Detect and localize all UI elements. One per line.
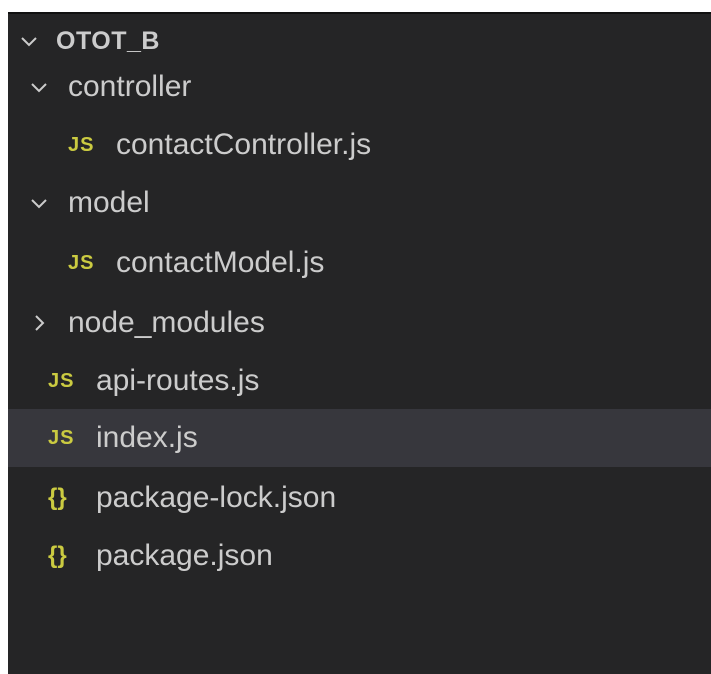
file-contactcontroller-row[interactable]: JS contactController.js xyxy=(8,116,711,174)
project-root-label: OTOT_B xyxy=(56,26,160,55)
chevron-down-icon[interactable] xyxy=(26,74,52,100)
file-api-routes-label: api-routes.js xyxy=(96,364,260,397)
folder-controller-label: controller xyxy=(68,70,192,103)
file-package-row[interactable]: {} package.json xyxy=(8,527,711,585)
javascript-file-icon: JS xyxy=(68,251,95,274)
chevron-right-icon[interactable] xyxy=(26,310,52,336)
folder-controller-row[interactable]: controller xyxy=(8,58,711,116)
folder-model-label: model xyxy=(68,186,150,219)
javascript-file-icon: JS xyxy=(48,426,75,449)
json-file-icon: {} xyxy=(48,484,67,511)
json-file-icon: {} xyxy=(48,542,67,569)
file-package-lock-row[interactable]: {} package-lock.json xyxy=(8,469,711,527)
javascript-file-icon: JS xyxy=(48,369,75,392)
file-contactmodel-label: contactModel.js xyxy=(116,246,325,279)
folder-model-row[interactable]: model xyxy=(8,174,711,232)
file-package-label: package.json xyxy=(96,539,273,572)
file-contactcontroller-label: contactController.js xyxy=(116,128,372,161)
folder-node-modules-label: node_modules xyxy=(68,306,265,339)
file-package-lock-label: package-lock.json xyxy=(96,481,337,514)
chevron-down-icon[interactable] xyxy=(26,190,52,216)
file-explorer: OTOT_B controller JS contactController.j… xyxy=(8,8,711,674)
chevron-down-icon[interactable] xyxy=(16,28,42,54)
file-api-routes-row[interactable]: JS api-routes.js xyxy=(8,352,711,410)
file-contactmodel-row[interactable]: JS contactModel.js xyxy=(8,234,711,292)
file-index-row[interactable]: JS index.js xyxy=(8,409,711,467)
folder-node-modules-row[interactable]: node_modules xyxy=(8,294,711,352)
file-index-label: index.js xyxy=(96,421,198,454)
javascript-file-icon: JS xyxy=(68,133,95,156)
